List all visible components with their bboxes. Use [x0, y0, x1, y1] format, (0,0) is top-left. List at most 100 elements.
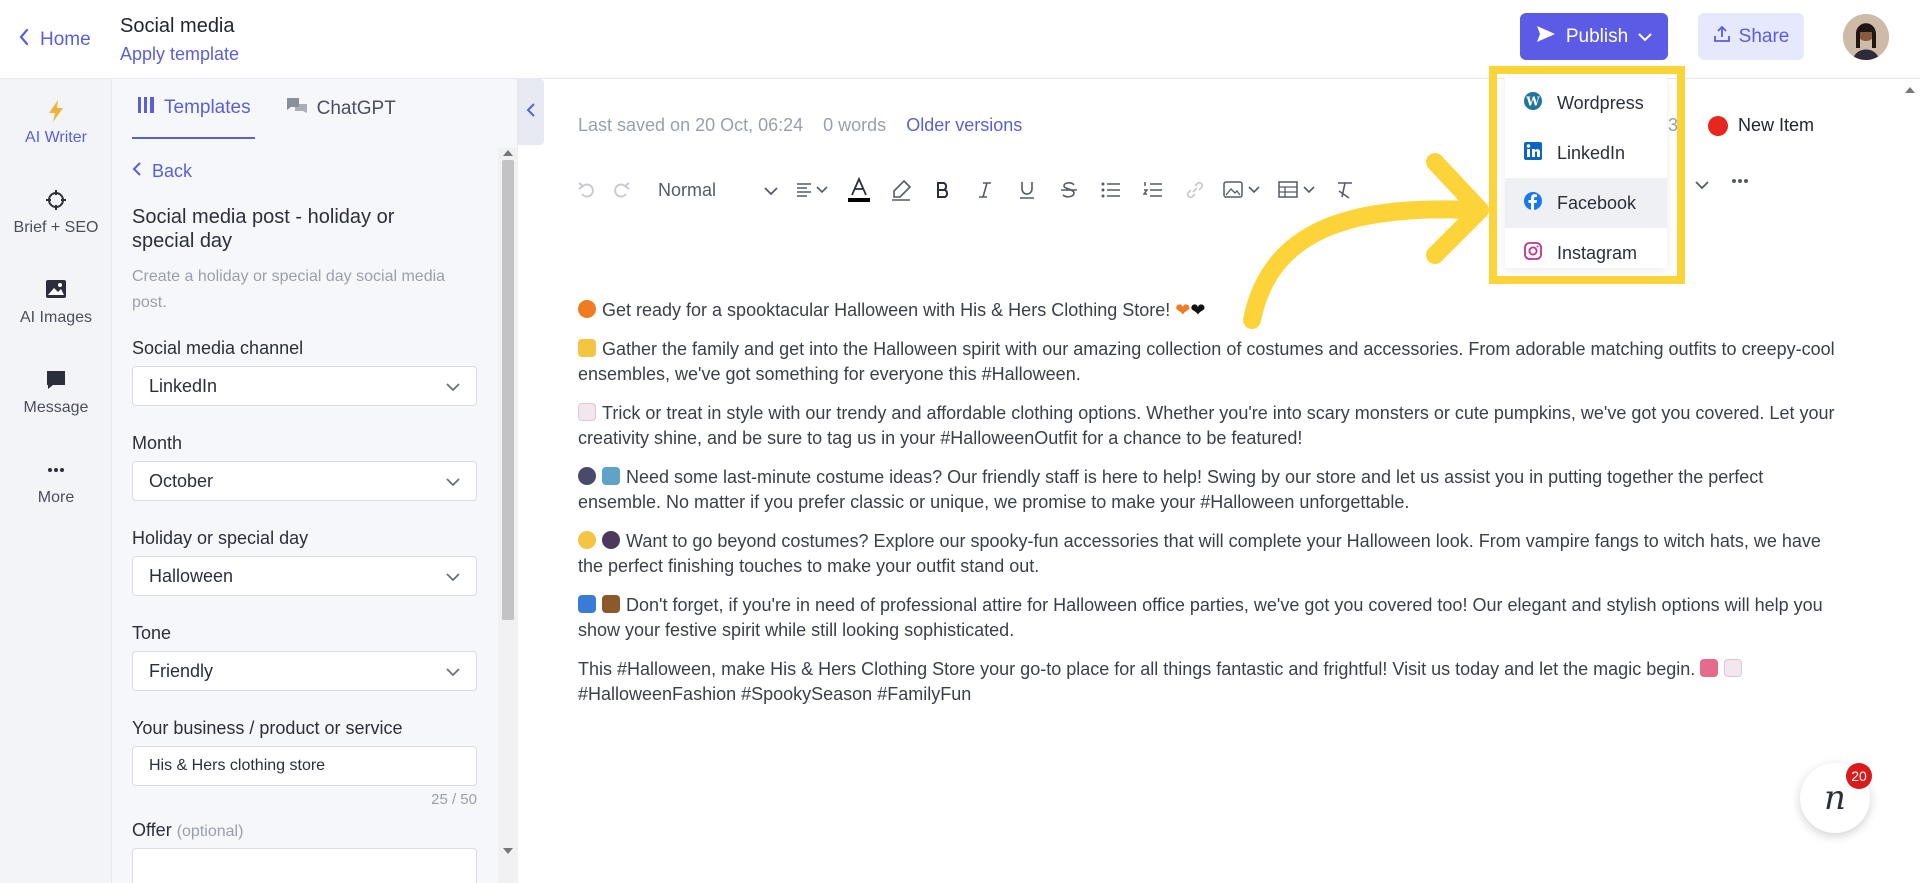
char-counter: 25 / 50 [431, 791, 477, 808]
paragraph: Gather the family and get into the Hallo… [578, 337, 1838, 387]
annotation-arrow [1243, 153, 1489, 329]
chevron-down-icon [446, 376, 460, 397]
chevron-down-icon [446, 661, 460, 682]
channel-label: Social media channel [132, 338, 304, 358]
tab-label: ChatGPT [316, 98, 396, 119]
panel-scrollbar[interactable] [498, 148, 518, 883]
crystal-ball-icon [602, 531, 620, 549]
highlight-icon[interactable] [880, 179, 922, 201]
paragraph: This #Halloween, make His & Hers Clothin… [578, 657, 1838, 707]
last-saved: Last saved on 20 Oct, 06:24 [578, 115, 804, 135]
chevron-down-icon [1638, 26, 1652, 48]
underline-icon[interactable] [1006, 180, 1048, 200]
chat-logo-icon: n [1824, 778, 1846, 818]
month-label: Month [132, 433, 183, 453]
text-color-icon[interactable] [838, 177, 880, 203]
hashtags-text: #HalloweenFashion #SpookySeason #FamilyF… [578, 684, 972, 704]
rail-label: Message [23, 399, 89, 416]
message-icon [0, 369, 112, 395]
avatar[interactable] [1843, 14, 1889, 60]
paragraph-text: Want to go beyond costumes? Explore our … [578, 531, 1821, 576]
new-item-label: New Item [1738, 115, 1815, 135]
share-button[interactable]: Share [1698, 13, 1804, 60]
apply-template-link[interactable]: Apply template [120, 44, 239, 65]
ghost-icon [578, 403, 596, 421]
bold-icon[interactable] [922, 181, 964, 199]
share-label: Share [1738, 25, 1790, 47]
back-label: Back [152, 161, 193, 181]
pumpkin-icon [578, 300, 596, 318]
optional-hint: (optional) [176, 823, 244, 840]
rail-label: Brief + SEO [13, 219, 99, 236]
lightning-icon [0, 99, 112, 125]
panel-tabs: Templates ChatGPT [132, 79, 400, 139]
tone-value: Friendly [149, 660, 214, 681]
chat-icon [285, 96, 309, 122]
business-input[interactable]: His & Hers clothing store [132, 746, 477, 786]
paragraph: Need some last-minute costume ideas? Our… [578, 465, 1838, 515]
publish-button[interactable]: Publish [1520, 13, 1668, 60]
numbered-list-icon[interactable] [1132, 181, 1174, 199]
rail-item-brief-seo[interactable]: Brief + SEO [0, 189, 112, 237]
paragraph-text: This #Halloween, make His & Hers Clothin… [578, 659, 1696, 679]
chevron-left-icon [526, 102, 536, 123]
editor-content[interactable]: Get ready for a spooktacular Halloween w… [578, 298, 1838, 721]
scroll-up-icon[interactable] [503, 150, 513, 156]
send-icon [1536, 25, 1556, 49]
templates-icon [136, 95, 156, 121]
chevron-down-icon [446, 566, 460, 587]
month-select[interactable]: October [132, 461, 477, 501]
chevron-left-icon [132, 161, 142, 182]
business-label: Your business / product or service [132, 718, 403, 738]
family-icon [578, 339, 596, 357]
party-popper-icon [1700, 659, 1719, 677]
rail-item-more[interactable]: More [0, 459, 112, 507]
business-value: His & Hers clothing store [149, 757, 326, 774]
channel-select[interactable]: LinkedIn [132, 366, 477, 406]
scroll-down-icon[interactable] [503, 848, 513, 854]
rail-item-ai-images[interactable]: AI Images [0, 279, 112, 327]
page-title: Social media [120, 15, 235, 37]
more-options-icon[interactable] [1728, 178, 1752, 184]
rail-label: More [37, 489, 75, 506]
tone-select[interactable]: Friendly [132, 651, 477, 691]
tab-chatgpt[interactable]: ChatGPT [281, 79, 400, 139]
text-style-select[interactable]: Normal [638, 180, 788, 201]
mage-icon [602, 467, 620, 485]
older-versions-link[interactable]: Older versions [906, 115, 1022, 136]
tab-templates[interactable]: Templates [132, 79, 255, 139]
chevron-down-icon [446, 471, 460, 492]
holiday-select[interactable]: Halloween [132, 556, 477, 596]
bullet-list-icon[interactable] [1090, 182, 1132, 198]
tone-label: Tone [132, 623, 172, 643]
offer-input[interactable] [132, 848, 477, 883]
paragraph: Don't forget, if you're in need of profe… [578, 593, 1838, 643]
chevron-down-icon[interactable] [1690, 180, 1714, 190]
home-link[interactable]: Home [18, 28, 91, 52]
home-label: Home [40, 29, 91, 50]
redo-icon[interactable] [604, 180, 638, 200]
chevron-left-icon [18, 28, 30, 52]
align-icon[interactable] [788, 182, 838, 198]
rail-item-ai-writer[interactable]: AI Writer [0, 99, 112, 147]
back-link[interactable]: Back [132, 161, 192, 182]
scroll-thumb[interactable] [502, 160, 514, 620]
month-value: October [149, 470, 214, 491]
new-item-button[interactable]: New Item [1708, 115, 1814, 136]
italic-icon[interactable] [964, 181, 1006, 199]
templates-panel: Templates ChatGPT Back Social media post… [112, 79, 518, 883]
briefcase-icon [602, 595, 620, 613]
strikethrough-icon[interactable] [1048, 181, 1090, 199]
rail-item-message[interactable]: Message [0, 369, 112, 417]
scroll-up-icon[interactable] [1905, 87, 1915, 93]
editor-meta: Last saved on 20 Oct, 06:24 0 words Olde… [578, 115, 1022, 136]
offer-label-text: Offer [132, 820, 172, 840]
paragraph: Want to go beyond costumes? Explore our … [578, 529, 1838, 579]
holiday-value: Halloween [149, 565, 234, 586]
left-rail: AI Writer Brief + SEO AI Images Message … [0, 79, 112, 883]
collapse-panel-button[interactable] [518, 79, 544, 145]
link-icon[interactable] [1174, 180, 1216, 200]
page-scrollbar[interactable] [1900, 79, 1920, 883]
chevron-down-icon [764, 180, 778, 201]
undo-icon[interactable] [570, 180, 604, 200]
